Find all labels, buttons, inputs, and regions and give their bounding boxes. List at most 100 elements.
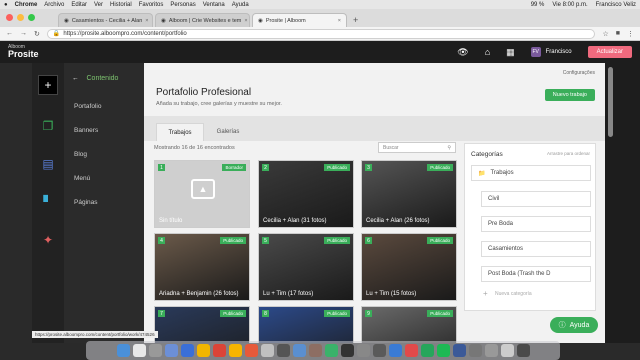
dock-app-icon[interactable]	[260, 344, 274, 357]
dock-app-icon[interactable]	[292, 344, 306, 357]
dock-app-icon[interactable]	[212, 344, 226, 357]
close-tab-icon[interactable]: ×	[244, 18, 247, 24]
tab-trabajos[interactable]: Trabajos	[156, 123, 204, 141]
work-card[interactable]: 5 Publicado Lu + Tim (17 fotos)	[258, 233, 354, 301]
dock-app-icon[interactable]	[196, 344, 210, 357]
work-card[interactable]: ▲ 1 Borrador Sin título	[154, 160, 250, 228]
app-menu[interactable]: Chrome	[15, 2, 38, 8]
dock-app-icon[interactable]	[164, 344, 178, 357]
eye-icon[interactable]: 👁	[457, 47, 468, 58]
menu-personas[interactable]: Personas	[170, 2, 195, 8]
user-menu[interactable]: Francisco Veliz	[596, 2, 636, 8]
category-item[interactable]: Pre Boda	[481, 216, 591, 232]
dock-app-icon[interactable]	[276, 344, 290, 357]
dock-app-icon[interactable]	[500, 344, 514, 357]
dock-app-icon[interactable]	[148, 344, 162, 357]
dock-app-icon[interactable]	[516, 344, 530, 357]
tab-favicon-icon: ◉	[258, 17, 263, 24]
menu-editar[interactable]: Editar	[71, 2, 87, 8]
status-badge: Publicado	[324, 310, 350, 317]
work-card[interactable]: 4 Publicado Ariadna + Benjamin (26 fotos)	[154, 233, 250, 301]
extension-icon[interactable]: ■	[616, 30, 620, 37]
category-item[interactable]: Casamientos	[481, 241, 591, 257]
work-card[interactable]: 6 Publicado Lu + Tim (15 fotos)	[361, 233, 457, 301]
prosite-logo[interactable]: Alboom Prosite	[8, 45, 39, 59]
dock-app-icon[interactable]	[340, 344, 354, 357]
card-number: 5	[262, 237, 269, 244]
submenu-item-paginas[interactable]: Páginas	[64, 190, 144, 214]
scrollbar-thumb[interactable]	[608, 67, 613, 137]
dock-app-icon[interactable]	[420, 344, 434, 357]
submenu-item-menu[interactable]: Menú	[64, 166, 144, 190]
dock-app-icon[interactable]	[484, 344, 498, 357]
close-tab-icon[interactable]: ×	[145, 18, 148, 24]
zoom-window-icon[interactable]	[28, 14, 35, 21]
category-item[interactable]: Civil	[481, 191, 591, 207]
home-icon[interactable]: ⌂	[485, 47, 490, 57]
dock-app-icon[interactable]	[308, 344, 322, 357]
menu-ventana[interactable]: Ventana	[203, 2, 225, 8]
work-card[interactable]: 9 Publicado	[361, 306, 457, 343]
config-link[interactable]: Configurações	[563, 70, 595, 76]
menu-historial[interactable]: Historial	[110, 2, 132, 8]
dock-app-icon[interactable]	[228, 344, 242, 357]
back-icon[interactable]: ←	[6, 30, 13, 37]
menu-ayuda[interactable]: Ayuda	[232, 2, 249, 8]
dock-app-icon[interactable]	[452, 344, 466, 357]
work-card[interactable]: 7 Publicado	[154, 306, 250, 343]
minimize-window-icon[interactable]	[17, 14, 24, 21]
search-input[interactable]: Buscar ⚲	[378, 142, 456, 153]
add-category-icon[interactable]: +	[483, 289, 488, 298]
apps-grid-icon[interactable]: ▦	[506, 47, 515, 58]
menu-favoritos[interactable]: Favoritos	[139, 2, 164, 8]
work-card[interactable]: 8 Publicado	[258, 306, 354, 343]
work-card[interactable]: 2 Publicado Cecilia + Alan (31 fotos)	[258, 160, 354, 228]
clock[interactable]: Vie 8:00 p.m.	[552, 2, 587, 8]
wrench-icon[interactable]: ✦	[43, 233, 53, 247]
dock-app-icon[interactable]	[116, 344, 130, 357]
new-work-button[interactable]: Nuevo trabajo	[544, 89, 595, 101]
submenu-item-blog[interactable]: Blog	[64, 142, 144, 166]
paint-roller-icon[interactable]: ▘	[43, 195, 52, 209]
dock-app-icon[interactable]	[372, 344, 386, 357]
reload-icon[interactable]: ↻	[34, 30, 40, 38]
dock-app-icon[interactable]	[356, 344, 370, 357]
category-root[interactable]: 📁 Trabajos	[471, 165, 591, 181]
close-tab-icon[interactable]: ×	[338, 18, 341, 24]
add-icon[interactable]: +	[38, 75, 58, 95]
content-icon[interactable]: ❐	[43, 119, 54, 133]
bookmark-star-icon[interactable]: ☆	[602, 30, 608, 38]
dock-app-icon[interactable]	[244, 344, 258, 357]
browser-tab[interactable]: ◉ Casamientos - Cecilia + Alan ×	[58, 13, 153, 27]
menu-ver[interactable]: Ver	[94, 2, 103, 8]
browser-tab-active[interactable]: ◉ Prosite | Alboom ×	[252, 13, 347, 27]
submenu-item-banners[interactable]: Banners	[64, 118, 144, 142]
dock-app-icon[interactable]	[180, 344, 194, 357]
dock-app-icon[interactable]	[388, 344, 402, 357]
dock-app-icon[interactable]	[132, 344, 146, 357]
tab-galerias[interactable]: Galerías	[204, 123, 252, 141]
dock-app-icon[interactable]	[468, 344, 482, 357]
user-profile[interactable]: FV Francisco	[530, 47, 572, 57]
menu-archivo[interactable]: Archivo	[44, 2, 64, 8]
category-item[interactable]: Post Boda (Trash the D	[481, 266, 591, 282]
work-card[interactable]: 3 Publicado Cecilia + Alan (26 fotos)	[361, 160, 457, 228]
battery-status[interactable]: 99 %	[531, 2, 545, 8]
close-window-icon[interactable]	[6, 14, 13, 21]
submenu-item-portafolio[interactable]: Portafolio	[64, 94, 144, 118]
url-input[interactable]: 🔒 https://prosite.alboompro.com/content/…	[46, 28, 596, 39]
menu-dots-icon[interactable]: ⋮	[627, 30, 634, 38]
dock-app-icon[interactable]	[324, 344, 338, 357]
dock-app-icon[interactable]	[404, 344, 418, 357]
add-category-link[interactable]: Nueva categoría	[495, 291, 532, 297]
back-arrow-icon[interactable]: ←	[72, 75, 79, 82]
browser-tab[interactable]: ◉ Alboom | Crie Websites e tem ×	[155, 13, 250, 27]
status-badge: Publicado	[427, 164, 453, 171]
new-tab-button[interactable]: +	[353, 15, 358, 25]
help-button[interactable]: ⓘ Ayuda	[550, 317, 598, 333]
stats-icon[interactable]: ▤	[42, 157, 53, 171]
apple-icon[interactable]: ●	[4, 2, 8, 8]
upgrade-button[interactable]: Actualizar	[587, 46, 632, 58]
dock-app-icon[interactable]	[436, 344, 450, 357]
forward-icon[interactable]: →	[20, 30, 27, 37]
